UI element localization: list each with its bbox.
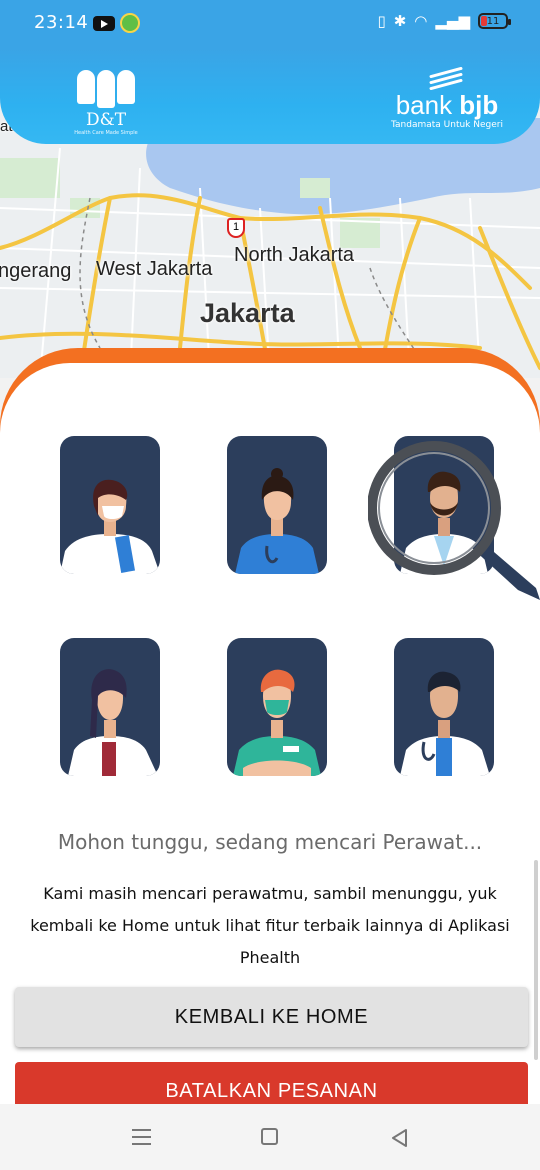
youtube-icon — [93, 16, 115, 31]
searching-title: Mohon tunggu, sedang mencari Perawat... — [57, 830, 483, 854]
bjb-tagline: Tandamata Untuk Negeri — [391, 120, 503, 130]
bjb-swoosh-icon — [429, 66, 465, 91]
scrollbar[interactable] — [534, 860, 538, 1060]
app-header: D&T Health Care Made Simple bank bjb Tan… — [0, 48, 540, 144]
bank-bjb-logo: bank bjb Tandamata Untuk Negeri — [382, 66, 512, 130]
bluetooth-icon: ✱ — [393, 12, 407, 30]
bjb-name: bank bjb — [382, 90, 512, 120]
bjb-name-bold: bjb — [459, 90, 499, 120]
cancel-order-button[interactable]: BATALKAN PESANAN — [15, 1062, 528, 1106]
doctor-woman-longhair-illustration — [68, 669, 158, 776]
doctor-card-6 — [394, 638, 494, 776]
status-bar: 23:14 ▯ ✱ ◠ ▂▄▆ 11 — [0, 0, 540, 48]
dt-logo-text: D&T — [85, 110, 127, 130]
battery-level: 11 — [486, 15, 500, 27]
doctor-card-5 — [227, 638, 327, 776]
back-to-home-button[interactable]: KEMBALI KE HOME — [15, 987, 528, 1047]
system-nav-bar — [0, 1104, 540, 1170]
map-label-west-jakarta: West Jakarta — [96, 258, 213, 280]
doctor-card-4 — [60, 638, 160, 776]
vibrate-icon: ▯ — [377, 12, 386, 30]
doctor-card-2 — [227, 436, 327, 574]
searching-message: Kami masih mencari perawatmu, sambil men… — [30, 884, 510, 967]
map-label-north-jakarta: North Jakarta — [234, 244, 355, 266]
app-notification-icon — [120, 13, 140, 33]
map-label-tangerang: ngerang — [0, 260, 72, 282]
nurse-man-mask-illustration — [233, 669, 321, 776]
nurse-woman-illustration — [235, 468, 319, 574]
back-icon[interactable] — [390, 1128, 410, 1148]
road-number-badge: 1 — [227, 218, 245, 238]
doctor-card-1 — [60, 436, 160, 574]
home-icon[interactable] — [261, 1128, 278, 1145]
battery-icon: 11 — [478, 13, 511, 29]
doctor-man-stethoscope-illustration — [400, 671, 490, 776]
signal-icon: ▂▄▆ — [435, 12, 470, 30]
wifi-icon: ◠ — [414, 12, 428, 30]
menu-icon[interactable] — [132, 1129, 151, 1150]
map-label-jakarta: Jakarta — [200, 298, 295, 328]
magnifier-icon — [368, 441, 540, 600]
status-time: 23:14 — [34, 12, 89, 33]
dt-logo: D&T Health Care Made Simple — [66, 70, 146, 140]
medical-team-icon — [66, 70, 146, 108]
bjb-name-light: bank — [395, 90, 460, 120]
status-icons: ▯ ✱ ◠ ▂▄▆ 11 — [377, 12, 511, 30]
doctor-woman-mask-illustration — [60, 479, 160, 574]
dt-logo-tagline: Health Care Made Simple — [74, 130, 138, 136]
